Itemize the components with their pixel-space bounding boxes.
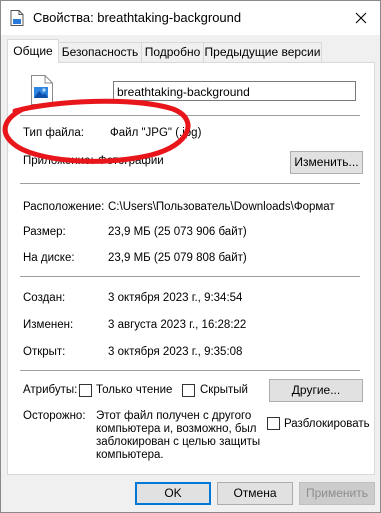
divider xyxy=(20,276,360,277)
modified-label: Изменен: xyxy=(23,319,74,331)
opens-with-label: Приложение: xyxy=(23,155,94,167)
unblock-label: Разблокировать xyxy=(284,418,370,430)
dialog-buttons: OK Отмена Применить xyxy=(1,477,380,512)
tab-details[interactable]: Подробно xyxy=(141,42,204,62)
file-name-field[interactable]: breathtaking-background xyxy=(113,81,356,101)
tab-strip: Общие Безопасность Подробно Предыдущие в… xyxy=(1,39,380,63)
change-app-button[interactable]: Изменить... xyxy=(290,151,363,174)
warning-text-line3: заблокирован с целью защиты xyxy=(96,436,261,448)
apply-button[interactable]: Применить xyxy=(299,482,375,505)
hidden-checkbox[interactable] xyxy=(182,384,195,397)
disk-size-label: На диске: xyxy=(23,252,75,264)
attributes-label: Атрибуты: xyxy=(23,384,78,396)
modified-value: 3 августа 2023 г., 16:28:22 xyxy=(108,319,247,331)
properties-window: Свойства: breathtaking-background Общие … xyxy=(0,0,381,513)
unblock-checkbox[interactable] xyxy=(267,417,280,430)
tab-general[interactable]: Общие xyxy=(7,39,59,63)
size-label: Размер: xyxy=(23,226,66,238)
title-bar: Свойства: breathtaking-background xyxy=(1,1,380,35)
file-type-label: Тип файла: xyxy=(23,127,84,139)
cancel-button[interactable]: Отмена xyxy=(217,482,293,505)
close-icon xyxy=(355,12,367,24)
accessed-label: Открыт: xyxy=(23,346,66,358)
tab-security[interactable]: Безопасность xyxy=(58,42,142,62)
tab-previous-versions[interactable]: Предыдущие версии xyxy=(203,42,322,62)
accessed-value: 3 октября 2023 г., 9:35:08 xyxy=(108,346,243,358)
general-panel: breathtaking-background Тип файла: Файл … xyxy=(7,62,375,475)
file-properties-icon xyxy=(10,10,24,26)
warning-text-line4: компьютера. xyxy=(96,449,164,461)
readonly-checkbox[interactable] xyxy=(79,384,92,397)
created-label: Создан: xyxy=(23,292,66,304)
size-value: 23,9 МБ (25 073 906 байт) xyxy=(108,226,247,238)
disk-size-value: 23,9 МБ (25 079 808 байт) xyxy=(108,252,247,264)
divider xyxy=(20,115,360,116)
warning-text-line1: Этот файл получен с другого xyxy=(96,410,252,422)
hidden-label: Скрытый xyxy=(200,384,248,396)
location-value: C:\Users\Пользователь\Downloads\Формат xyxy=(108,201,335,213)
warning-text-line2: компьютера и, возможно, был xyxy=(96,423,257,435)
readonly-label: Только чтение xyxy=(96,384,173,396)
image-file-icon xyxy=(30,75,54,105)
advanced-attributes-button[interactable]: Другие... xyxy=(269,379,363,402)
divider xyxy=(20,183,360,184)
file-type-value: Файл "JPG" (.jpg) xyxy=(110,127,202,139)
ok-button[interactable]: OK xyxy=(135,482,211,505)
divider xyxy=(20,370,360,371)
warning-label: Осторожно: xyxy=(23,410,86,422)
location-label: Расположение: xyxy=(23,201,105,213)
close-button[interactable] xyxy=(342,1,380,35)
window-title: Свойства: breathtaking-background xyxy=(33,10,242,25)
created-value: 3 октября 2023 г., 9:34:54 xyxy=(108,292,243,304)
opens-with-value: Фотографии xyxy=(98,155,164,167)
